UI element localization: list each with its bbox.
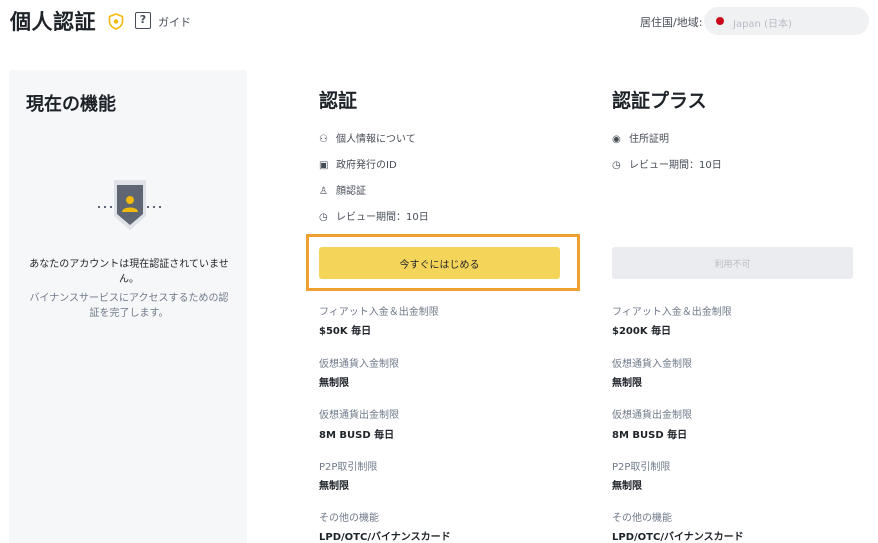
start-verification-button[interactable]: 今すぐにはじめる [319, 247, 560, 279]
requirement-item: ▣ 政府発行のID [319, 160, 397, 171]
limit-value: 無制限 [612, 378, 642, 389]
verification-description: バイナンスサービスにアクセスするための認証を完了します。 [29, 293, 229, 319]
person-info-icon: ⚇ [319, 134, 328, 145]
japan-flag-icon [716, 17, 724, 25]
current-features-panel: 現在の機能 あなたのアカウントは現在認証されていません。 バイナンスサービスにア… [9, 70, 247, 543]
verification-status: あなたのアカウントは現在認証されていません。 [29, 259, 229, 285]
current-features-title: 現在の機能 [26, 94, 116, 115]
shield-badge-icon [108, 13, 124, 30]
limit-label: 仮想通貨出金制限 [319, 410, 399, 421]
limit-label: その他の機能 [319, 513, 379, 524]
limit-value: 無制限 [612, 481, 642, 492]
id-card-icon: ▣ [319, 160, 329, 171]
limit-label: 仮想通貨出金制限 [612, 410, 692, 421]
limit-label: フィアット入金＆出金制限 [319, 307, 439, 318]
guide-link[interactable]: ガイド [158, 14, 191, 30]
limit-value: 無制限 [319, 481, 349, 492]
limit-label: P2P取引制限 [612, 462, 671, 473]
requirement-item: ◷ レビュー期間：10日 [612, 160, 722, 171]
limit-value: 8M BUSD 毎日 [612, 430, 688, 441]
clock-icon: ◷ [612, 160, 621, 171]
face-icon: ♙ [319, 186, 328, 197]
clock-icon: ◷ [319, 212, 328, 223]
guide-icon[interactable]: ? [135, 12, 151, 29]
country-select[interactable]: Japan (日本) [704, 7, 869, 35]
tier-plus-title: 認証プラス [612, 90, 707, 112]
limit-value: $50K 毎日 [319, 326, 372, 337]
location-pin-icon: ◉ [612, 134, 621, 145]
unavailable-button: 利用不可 [612, 247, 853, 279]
limit-label: フィアット入金＆出金制限 [612, 307, 732, 318]
unverified-shield-icon [98, 180, 162, 230]
page-header: 個人認証 ? ガイド 居住国/地域: Japan (日本) [0, 0, 878, 44]
requirement-item: ◉ 住所証明 [612, 134, 669, 145]
limit-label: 仮想通貨入金制限 [612, 359, 692, 370]
requirement-item: ⚇ 個人情報について [319, 134, 416, 145]
limit-value: LPD/OTC/バイナンスカード [612, 532, 744, 543]
country-value: Japan (日本) [733, 19, 792, 30]
limit-label: その他の機能 [612, 513, 672, 524]
residence-label: 居住国/地域: [640, 16, 703, 29]
limit-value: $200K 毎日 [612, 326, 672, 337]
requirement-item: ◷ レビュー期間：10日 [319, 212, 429, 223]
page-title: 個人認証 [10, 10, 96, 34]
limit-label: P2P取引制限 [319, 462, 378, 473]
limit-value: 無制限 [319, 378, 349, 389]
tier-verified-title: 認証 [319, 90, 358, 112]
requirement-item: ♙ 顔認証 [319, 186, 366, 197]
limit-value: 8M BUSD 毎日 [319, 430, 395, 441]
limit-label: 仮想通貨入金制限 [319, 359, 399, 370]
limit-value: LPD/OTC/バイナンスカード [319, 532, 451, 543]
